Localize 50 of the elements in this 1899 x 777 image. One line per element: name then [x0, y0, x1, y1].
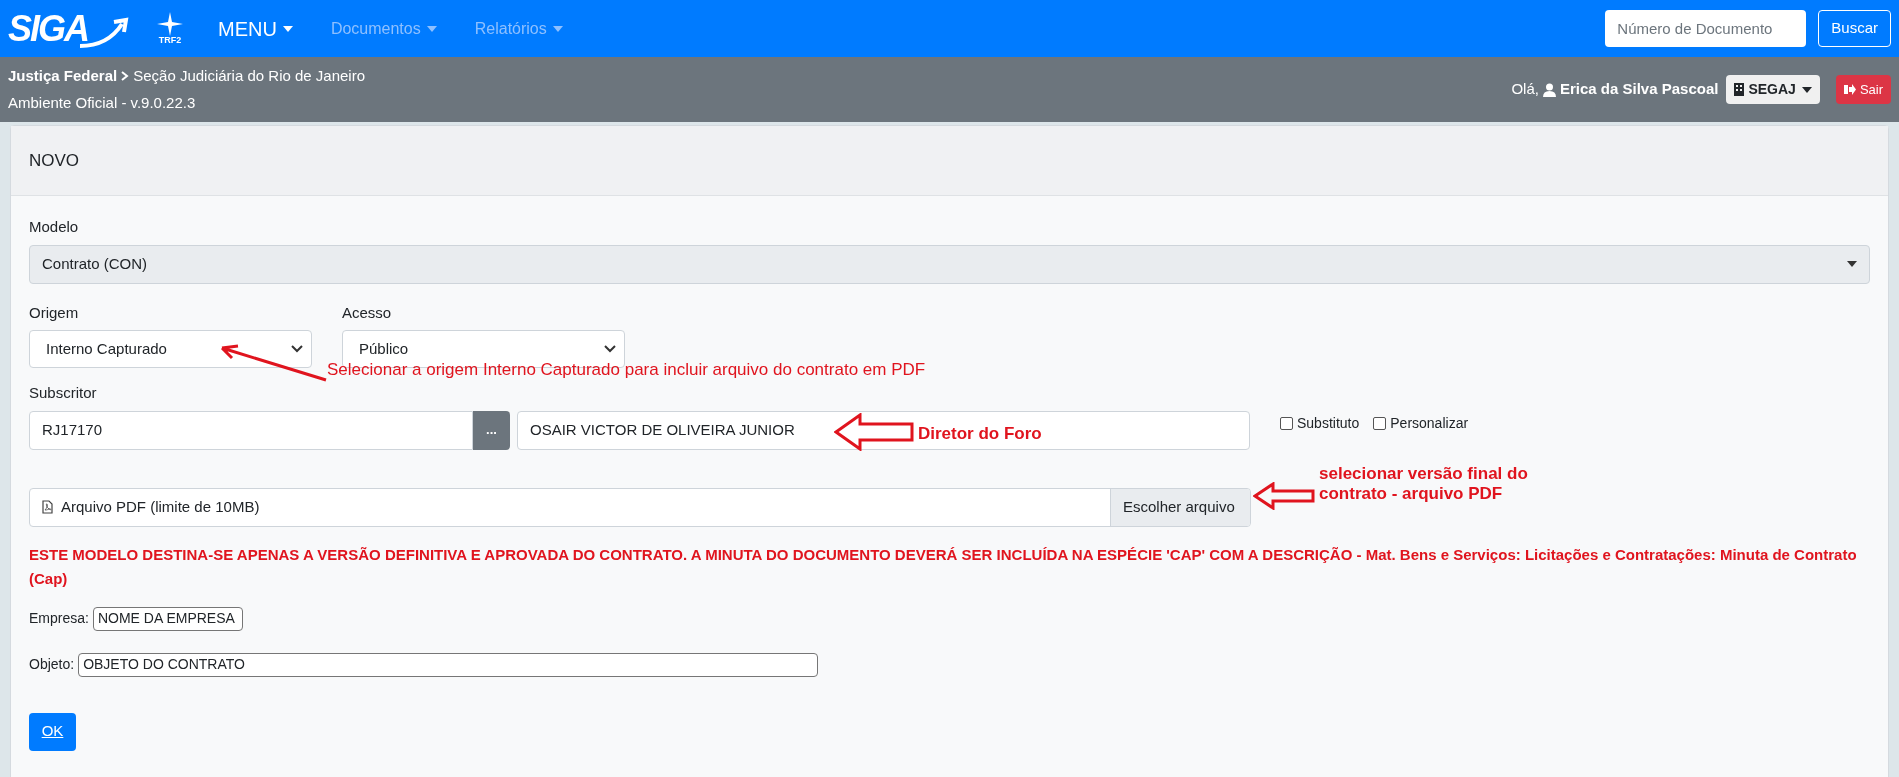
notice-text: ESTE MODELO DESTINA-SE APENAS A VERSÃO DEFINITIVA E APROVADA DO CONTRATO. A MINUTA DO DOCUMENTO DEVERÁ SER INCLUÍDA NA ESPÉCIE 'CAP' COM A DESCRIÇÃO - Mat. Bens e Serviços: Licitações e Contratações: Minuta de Contrato (Cap): [29, 544, 1858, 589]
checkbox[interactable]: [1373, 416, 1387, 430]
model-select[interactable]: Contrato (CON): [29, 244, 1870, 284]
dropdown-select[interactable]: Interno Capturado: [29, 330, 312, 368]
company-field[interactable]: NOME DA EMPRESA: [92, 606, 243, 631]
checkbox[interactable]: [1280, 416, 1293, 430]
checkbox-option[interactable]: Substituto: [1280, 412, 1360, 434]
field-label: Origem: [29, 302, 80, 323]
greeting: Olá,: [1511, 79, 1539, 100]
pdf-file-icon: [42, 500, 53, 514]
subscriber-name-field[interactable]: OSAIR VICTOR DE OLIVEIRA JUNIOR Diretor do Foro: [517, 410, 1250, 450]
unit-dropdown[interactable]: SEGAJ: [1726, 75, 1820, 104]
breadcrumb-item[interactable]: Justiça Federal: [8, 65, 118, 88]
menu-dropdown[interactable]: MENU: [218, 13, 293, 44]
card-title: NOVO: [29, 149, 80, 172]
hollow-arrow-icon: [834, 412, 914, 451]
object-field[interactable]: OBJETO DO CONTRATO: [78, 652, 819, 677]
logo[interactable]: SIGA: [8, 7, 130, 50]
building-icon: [1734, 83, 1745, 96]
field-label: Objeto:: [29, 655, 75, 674]
field-label: Acesso: [342, 302, 393, 323]
chevron-right-icon: [121, 71, 130, 82]
caret-icon: [282, 25, 293, 32]
emblem-label: TRF2: [158, 36, 182, 45]
checkbox-option[interactable]: Personalizar: [1373, 412, 1469, 434]
annotation-text: selecionar versão final do contrato - arquivo PDF: [1319, 464, 1529, 504]
environment-version: Ambiente Oficial - v.9.0.22.3: [8, 92, 197, 113]
ok-button[interactable]: OK: [29, 712, 76, 751]
caret-icon: [552, 25, 563, 32]
field-label: Modelo: [29, 217, 80, 237]
document-number-field[interactable]: Número de Documento: [1605, 10, 1807, 47]
chevron-icon: [291, 345, 303, 353]
hollow-arrow-icon: [1253, 482, 1315, 510]
star-emblem-icon: [157, 12, 183, 36]
lookup-button[interactable]: ...: [473, 410, 510, 450]
search-button[interactable]: Buscar: [1818, 10, 1891, 47]
caret-icon: [1801, 86, 1812, 93]
logout-button[interactable]: Sair: [1835, 75, 1891, 104]
field-label: Subscritor: [29, 383, 98, 403]
file-input[interactable]: Arquivo PDF (limite de 10MB) Escolher arquivo: [29, 487, 1251, 527]
user-icon: [1542, 82, 1556, 97]
caret-icon: [426, 25, 437, 32]
field-label: Empresa:: [29, 609, 89, 628]
caret-icon: [1847, 261, 1857, 267]
chevron-icon: [604, 345, 616, 353]
user-name: Erica da Silva Pascoal: [1559, 79, 1719, 100]
sign-out-icon: [1843, 84, 1856, 95]
annotation-text: Diretor do Foro: [918, 422, 1042, 445]
breadcrumb-item: Seção Judiciária do Rio de Janeiro: [133, 66, 366, 86]
subscriber-code-field[interactable]: RJ17170: [29, 410, 473, 450]
